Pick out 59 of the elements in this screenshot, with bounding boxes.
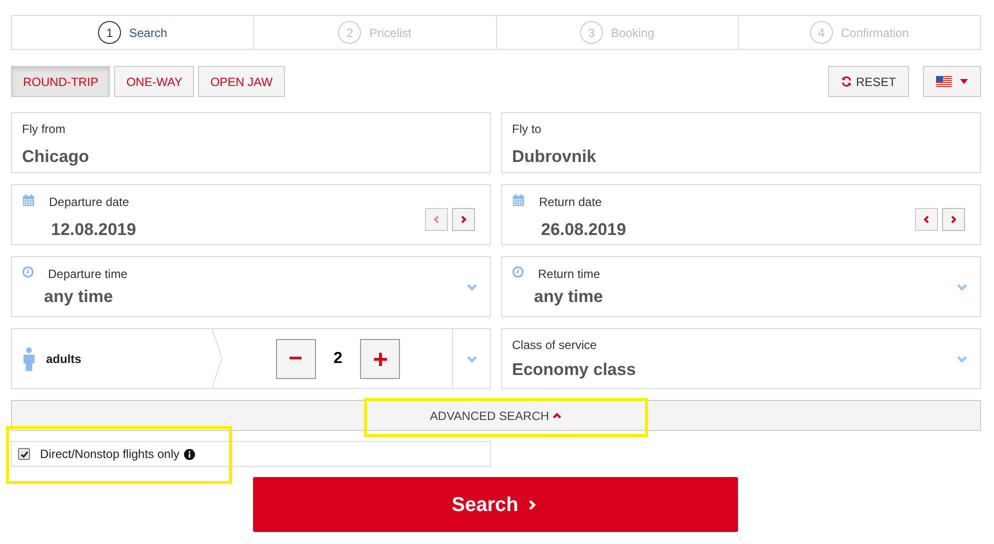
- check-icon: [20, 450, 28, 458]
- decrease-button[interactable]: −: [276, 338, 316, 378]
- field-label: Departure time: [48, 266, 128, 283]
- field-value: Dubrovnik: [512, 146, 598, 168]
- field-label: Return date: [539, 194, 603, 211]
- date-value[interactable]: 26.08.2019: [541, 217, 626, 242]
- clock-icon: [22, 266, 34, 278]
- step-number: 3: [580, 21, 603, 44]
- field-label: Departure date: [49, 194, 130, 211]
- chevron-left-icon: [922, 215, 931, 224]
- flag-icon: [936, 76, 952, 87]
- chevron-right-icon: [459, 215, 468, 224]
- trip-type-button[interactable]: ONE-WAY: [114, 66, 194, 97]
- city-field[interactable]: Fly from Chicago: [11, 112, 491, 173]
- passenger-label: adults: [46, 350, 82, 368]
- calendar-icon: [512, 194, 525, 207]
- trip-type-button[interactable]: OPEN JAW: [198, 66, 285, 97]
- trip-type-button[interactable]: ROUND-TRIP: [11, 66, 110, 97]
- calendar-icon: [22, 194, 35, 207]
- info-icon: [184, 448, 196, 460]
- increase-button[interactable]: +: [360, 338, 400, 378]
- person-icon: [22, 346, 36, 370]
- step-number: 4: [810, 21, 833, 44]
- next-date-button[interactable]: [452, 208, 475, 231]
- checkbox-label: Direct/Nonstop flights only: [40, 446, 180, 463]
- step-label: Booking: [610, 24, 654, 42]
- next-date-button[interactable]: [942, 208, 965, 231]
- field-label: Return time: [538, 266, 602, 283]
- time-value: any time: [44, 286, 114, 308]
- step-number: 1: [98, 21, 122, 44]
- class-value: Economy class: [512, 358, 637, 381]
- step-tab[interactable]: 1 Search: [12, 16, 254, 49]
- step-label: Confirmation: [840, 24, 909, 42]
- passenger-count: 2: [334, 348, 342, 368]
- search-button[interactable]: Search: [252, 477, 738, 532]
- field-label: Class of service: [512, 336, 598, 354]
- previous-date-button[interactable]: [915, 208, 938, 231]
- checkbox[interactable]: [18, 448, 30, 460]
- chevron-left-icon: [432, 215, 441, 224]
- language-dropdown[interactable]: [923, 66, 981, 97]
- field-label: Fly from: [22, 121, 66, 138]
- caret-icon: [960, 79, 968, 84]
- step-label: Search: [129, 24, 168, 42]
- refresh-icon: [840, 76, 852, 87]
- time-value: any time: [534, 286, 603, 308]
- clock-icon: [512, 266, 524, 278]
- city-field[interactable]: Fly to Dubrovnik: [501, 112, 981, 173]
- chevron-right-icon: [949, 215, 958, 224]
- field-value: Chicago: [22, 146, 90, 168]
- field-label: Fly to: [512, 121, 542, 138]
- chevron-right-icon: [526, 498, 538, 510]
- time-dropdown[interactable]: Departure time any time: [11, 256, 491, 317]
- step-number: 2: [338, 21, 362, 44]
- date-value[interactable]: 12.08.2019: [51, 217, 136, 242]
- step-label: Pricelist: [369, 24, 412, 42]
- reset-button[interactable]: RESET: [828, 66, 909, 97]
- time-dropdown[interactable]: Return time any time: [501, 256, 981, 317]
- advanced-search-toggle[interactable]: ADVANCED SEARCH: [11, 400, 981, 431]
- class-dropdown[interactable]: Class of service Economy class: [501, 328, 981, 389]
